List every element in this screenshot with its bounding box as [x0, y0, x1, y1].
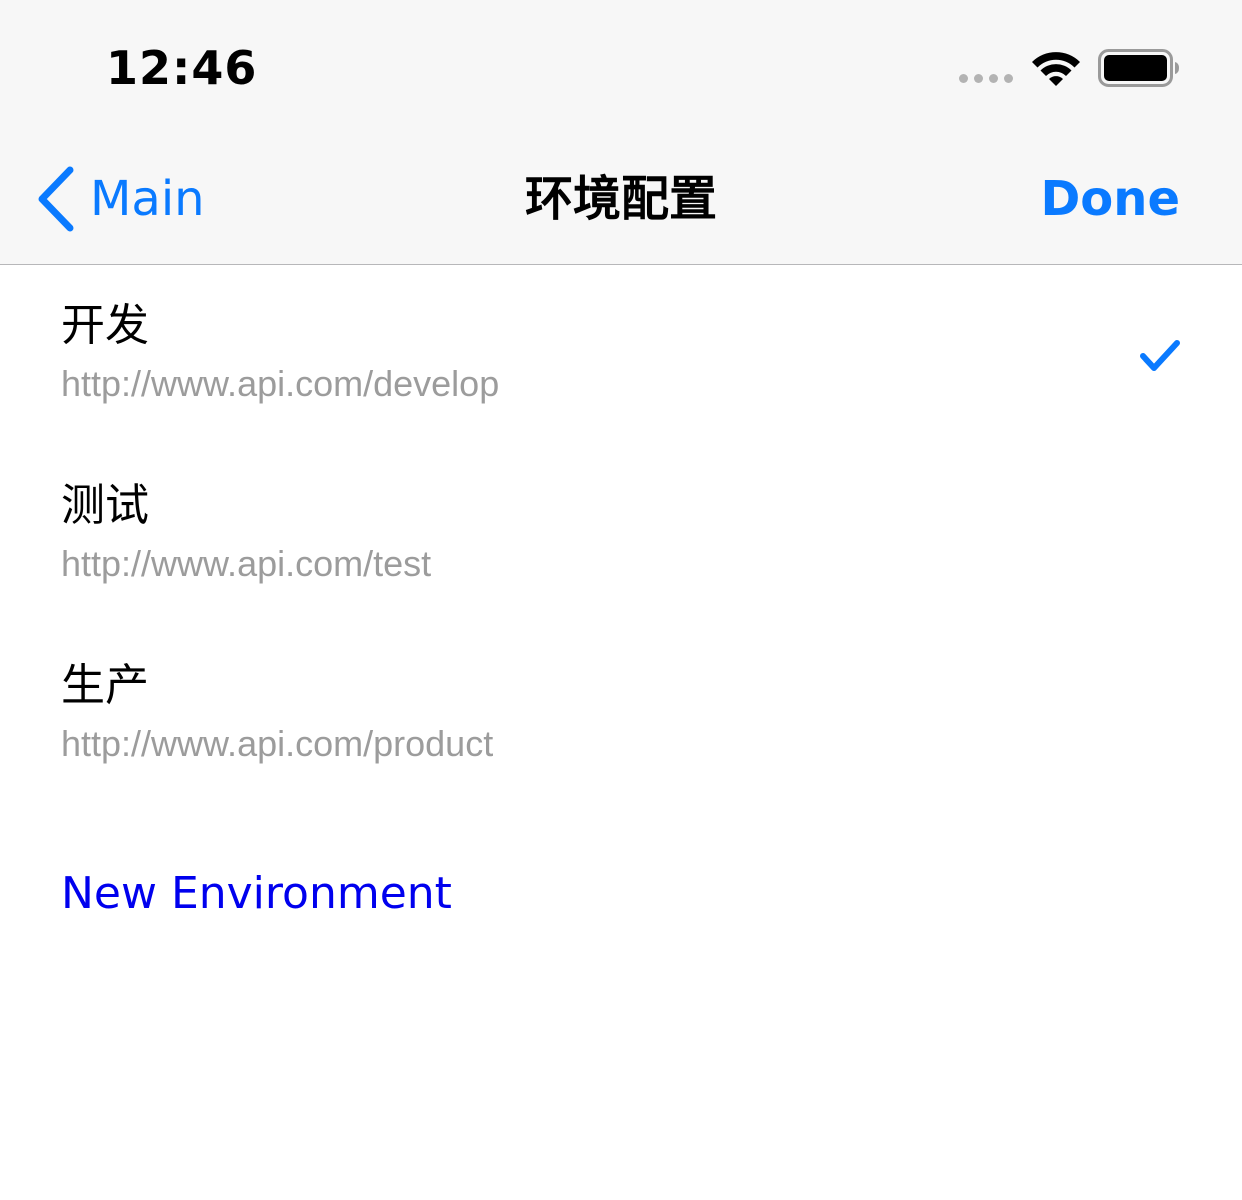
- environment-config-screen: 12:46 Main 环境配置 Done 开发 http://www.api.c…: [0, 0, 1242, 1200]
- environment-url: http://www.api.com/develop: [61, 363, 500, 404]
- environment-url: http://www.api.com/product: [61, 723, 494, 764]
- chevron-left-icon: [38, 166, 74, 232]
- navigation-header: 12:46 Main 环境配置 Done: [0, 0, 1242, 265]
- back-button-label: Main: [90, 171, 205, 227]
- checkmark-icon: [1140, 340, 1180, 371]
- wifi-icon: [1032, 52, 1080, 86]
- new-environment-button[interactable]: New Environment: [61, 866, 452, 922]
- environment-row-test[interactable]: 测试 http://www.api.com/test: [0, 445, 1242, 625]
- back-button[interactable]: Main: [36, 166, 205, 232]
- page-title: 环境配置: [524, 171, 717, 227]
- environment-list: 开发 http://www.api.com/develop 测试 http://…: [0, 265, 1242, 805]
- environment-row-develop[interactable]: 开发 http://www.api.com/develop: [0, 265, 1242, 445]
- environment-name: 开发: [61, 300, 149, 351]
- done-button[interactable]: Done: [1040, 166, 1180, 232]
- environment-row-product[interactable]: 生产 http://www.api.com/product: [0, 625, 1242, 805]
- signal-dots-icon: [959, 74, 1013, 83]
- environment-name: 生产: [61, 660, 149, 711]
- status-time: 12:46: [106, 41, 258, 95]
- environment-url: http://www.api.com/test: [61, 543, 432, 584]
- environment-name: 测试: [61, 480, 149, 531]
- battery-icon: [1098, 49, 1179, 87]
